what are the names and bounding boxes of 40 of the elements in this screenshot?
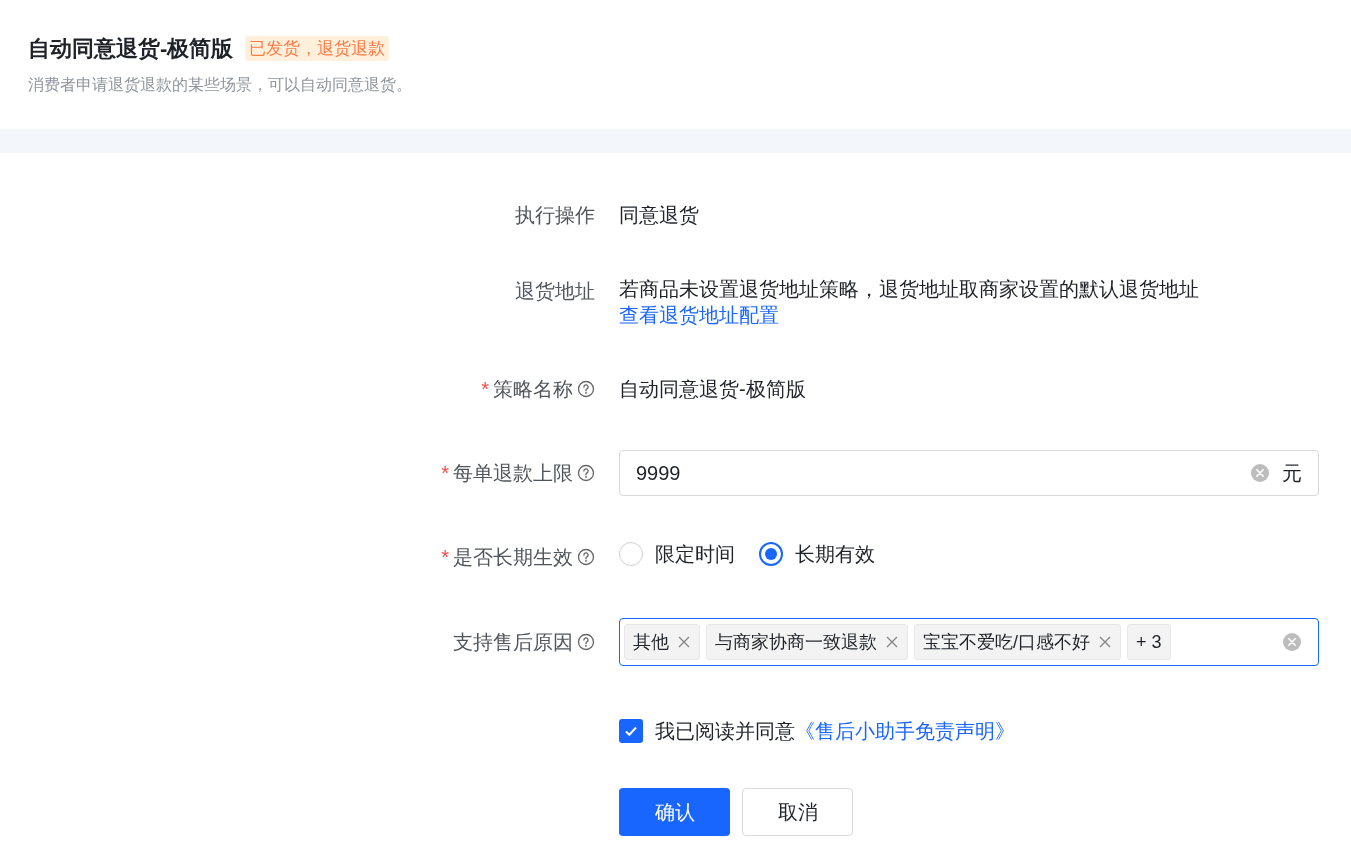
required-asterisk: * bbox=[481, 377, 489, 402]
address-note: 若商品未设置退货地址策略，退货地址取商家设置的默认退货地址 查看退货地址配置 bbox=[619, 277, 1200, 328]
help-icon bbox=[577, 464, 595, 482]
reason-tag[interactable]: 宝宝不爱吃/口感不好 bbox=[914, 624, 1121, 660]
confirm-button[interactable]: 确认 bbox=[619, 788, 730, 836]
close-icon[interactable] bbox=[885, 635, 899, 649]
page-title: 自动同意退货-极简版 bbox=[28, 35, 234, 63]
agreement-checkbox[interactable] bbox=[619, 719, 643, 743]
help-icon bbox=[577, 548, 595, 566]
field-label: 支持售后原因 bbox=[453, 630, 573, 655]
unit-label: 元 bbox=[1282, 461, 1302, 486]
radio-option[interactable]: 长期有效 bbox=[759, 539, 875, 569]
input-value: 9999 bbox=[636, 461, 682, 486]
cancel-button[interactable]: 取消 bbox=[742, 788, 853, 836]
field-value: 同意退货 bbox=[619, 204, 699, 226]
required-asterisk: * bbox=[441, 461, 449, 486]
required-asterisk: * bbox=[441, 545, 449, 570]
help-icon bbox=[577, 380, 595, 398]
disclaimer-link[interactable]: 《售后小助手免责声明》 bbox=[795, 720, 1015, 742]
agreement-text: 我已阅读并同意 bbox=[655, 720, 795, 742]
field-label: 执行操作 bbox=[515, 203, 595, 228]
page-description: 消费者申请退货退款的某些场景，可以自动同意退货。 bbox=[28, 75, 413, 95]
refund-limit-field[interactable]: 9999 元 bbox=[619, 450, 1319, 496]
radio-option[interactable]: 限定时间 bbox=[619, 539, 735, 569]
close-icon[interactable] bbox=[1098, 635, 1112, 649]
reason-tag[interactable]: 其他 bbox=[624, 624, 700, 660]
clear-icon[interactable] bbox=[1282, 632, 1302, 652]
close-icon[interactable] bbox=[677, 635, 691, 649]
reason-tag[interactable]: 与商家协商一致退款 bbox=[706, 624, 908, 660]
field-label: 退货地址 bbox=[515, 279, 595, 304]
reason-select[interactable]: 其他 与商家协商一致退款 宝宝不爱吃/口感不好 + 3 bbox=[619, 618, 1319, 666]
help-icon bbox=[577, 633, 595, 651]
more-tags-count[interactable]: + 3 bbox=[1127, 624, 1171, 660]
address-config-link[interactable]: 查看退货地址配置 bbox=[619, 304, 779, 326]
field-value: 自动同意退货-极简版 bbox=[619, 378, 806, 400]
clear-icon[interactable] bbox=[1250, 463, 1270, 483]
field-label: 策略名称 bbox=[493, 377, 573, 402]
field-label: 每单退款上限 bbox=[453, 461, 573, 486]
status-tag: 已发货，退货退款 bbox=[245, 35, 390, 62]
field-label: 是否长期生效 bbox=[453, 545, 573, 570]
